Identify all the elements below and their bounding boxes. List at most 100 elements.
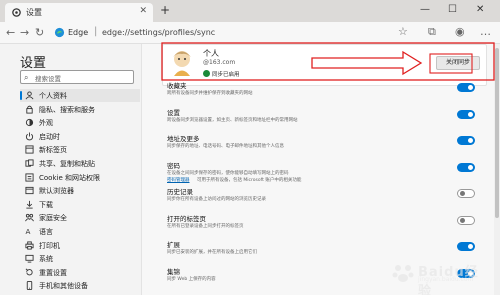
sync-row: 地址及更多 同步保存的地址、电话号码、电子邮件地址和其他个人信息	[167, 133, 477, 157]
navigation-bar: ← → ↻ Edge | edge://settings/profiles/sy…	[0, 22, 500, 44]
sync-status-text: 同步已启用	[212, 72, 240, 78]
tab-close-icon[interactable]: ✕	[139, 6, 147, 16]
toggle-knob	[468, 164, 473, 170]
maximize-button[interactable]: ☐	[448, 2, 457, 18]
active-indicator	[20, 91, 22, 100]
password-manager-link[interactable]: 密码管理器	[167, 177, 190, 183]
sidebar-item-person[interactable]: 个人资料	[20, 89, 140, 102]
sidebar-item-lock[interactable]: 隐私、搜索和服务	[20, 103, 140, 116]
tab-title: 设置	[26, 8, 42, 17]
sidebar-item-label: 系统	[39, 255, 53, 264]
address-bar[interactable]: Edge | edge://settings/profiles/sync	[52, 25, 392, 41]
sidebar-item-label: 打印机	[39, 241, 60, 250]
watermark-subtext: jingyan.baidu.com	[418, 276, 474, 283]
sync-item-description: 同步保存的地址、电话号码、电子邮件地址和其他个人信息	[167, 144, 284, 149]
sidebar-item-label: 重置设置	[39, 268, 67, 277]
toggle-knob	[460, 217, 465, 223]
sync-toggle[interactable]	[457, 189, 475, 198]
close-window-button[interactable]: ✕	[476, 2, 484, 18]
download-icon	[26, 200, 33, 209]
collections-icon[interactable]: ⧉	[428, 25, 436, 39]
sidebar-item-label: 新标签页	[39, 146, 67, 155]
search-icon: ⌕	[24, 73, 29, 82]
sync-row: 历史记录 同步你在所有设备上访问过的网站的浏览历史记录	[167, 186, 477, 210]
sidebar-item-language[interactable]: A 语言	[20, 225, 140, 238]
toggle-knob	[468, 85, 473, 90]
family-icon	[25, 214, 34, 222]
sidebar-item-system[interactable]: 系统	[20, 252, 140, 265]
back-button[interactable]: ←	[6, 26, 15, 39]
sidebar-item-site-permissions[interactable]: Cookie 和网站权限	[20, 171, 140, 184]
language-icon: A	[25, 227, 30, 236]
toggle-knob	[468, 244, 473, 249]
sync-item-description: 跨设备同步浏览器设置，如主页、新标签页和地址栏中的常用网站	[167, 117, 298, 123]
sync-toggle[interactable]	[457, 215, 475, 225]
browser-tab[interactable]: 设置 ✕	[5, 3, 153, 22]
sync-toggle[interactable]	[457, 162, 475, 172]
lock-icon	[26, 105, 33, 114]
sync-item-title: 集锦	[167, 267, 180, 276]
sidebar-item-label: 启动时	[39, 132, 60, 141]
url-text[interactable]: edge://settings/profiles/sync	[102, 28, 215, 37]
sync-row: 密码 在设备之间同步保存的密码，使你能够自动填写网站上的密码 密码管理器 可用于所有设…	[167, 160, 477, 184]
sidebar-item-phone[interactable]: 手机和其他设备	[20, 279, 140, 292]
refresh-button[interactable]: ↻	[35, 26, 44, 39]
url-separator: |	[94, 26, 98, 37]
sync-item-description: 同步已安装的扩展，并在所有设备上启用它们	[167, 250, 257, 255]
title-bar: 设置 ✕ + — ☐ ✕	[0, 0, 500, 22]
sidebar-item-power[interactable]: 启动时	[20, 130, 140, 143]
profile-icon[interactable]: ◉	[455, 25, 465, 39]
sidebar-item-label: 外观	[39, 119, 53, 128]
sync-item-description: 在设备之间同步保存的密码，使你能够自动填写网站上的密码	[167, 170, 289, 176]
sidebar-item-label: 共享、复制和粘贴	[39, 160, 95, 168]
power-icon	[25, 132, 34, 141]
sync-row: 收藏夹 跨所有设备同步并维护保存到收藏夹的网站	[167, 80, 477, 104]
sidebar-item-reset[interactable]: 重置设置	[20, 266, 140, 279]
sidebar-title: 设置	[20, 56, 47, 71]
sync-item-title: 历史记录	[167, 188, 193, 196]
sync-item-title: 收藏夹	[167, 82, 187, 90]
svg-text:A: A	[25, 227, 30, 236]
sidebar-item-appearance[interactable]: 外观	[20, 116, 140, 129]
settings-sidebar: 设置 ⌕ 搜索设置 个人资料隐私、搜索和服务 外观启动时新标签页共享、复制和粘贴 C…	[0, 44, 142, 295]
search-placeholder: 搜索设置	[35, 75, 61, 83]
sync-toggle[interactable]	[457, 242, 475, 251]
sidebar-item-share[interactable]: 共享、复制和粘贴	[20, 157, 140, 170]
system-icon	[25, 255, 34, 263]
more-menu-icon[interactable]: …	[480, 25, 491, 39]
sync-toggle[interactable]	[457, 83, 475, 92]
avatar	[168, 48, 196, 78]
sync-toggle[interactable]	[457, 109, 475, 119]
favorite-star-icon[interactable]: ☆	[398, 25, 408, 39]
main-scrollbar[interactable]	[494, 44, 500, 295]
sidebar-item-label: 手机和其他设备	[39, 282, 88, 291]
sidebar-item-printer[interactable]: 打印机	[20, 239, 140, 252]
sync-item-title: 扩展	[167, 241, 180, 249]
profile-email: @163.com	[203, 59, 236, 66]
sidebar-item-download[interactable]: 下载	[20, 198, 140, 211]
turn-off-sync-button[interactable]: 关闭同步	[436, 56, 480, 70]
sidebar-item-label: Cookie 和网站权限	[39, 173, 100, 182]
sidebar-item-label: 语言	[39, 228, 53, 236]
scrollbar-thumb[interactable]	[495, 48, 499, 218]
sync-item-title: 密码	[167, 161, 180, 170]
search-settings-input[interactable]: ⌕ 搜索设置	[20, 70, 134, 84]
toggle-knob	[468, 138, 473, 143]
sync-item-description: 同步你在所有设备上访问过的网站的浏览历史记录	[167, 197, 266, 202]
sync-item-description: 同步 Web 上保存的内容	[167, 276, 216, 282]
sidebar-item-browser[interactable]: 默认浏览器	[20, 184, 140, 197]
sync-toggle[interactable]	[457, 136, 475, 145]
reset-icon	[25, 268, 33, 276]
forward-button[interactable]: →	[20, 26, 29, 39]
sidebar-item-family[interactable]: 家庭安全	[20, 211, 140, 224]
minimize-button[interactable]: —	[420, 2, 430, 18]
sidebar-item-label: 个人资料	[39, 92, 67, 100]
profile-name: 个人	[203, 49, 219, 58]
new-tab-button[interactable]: +	[160, 4, 170, 16]
sync-row: 设置 跨设备同步浏览器设置，如主页、新标签页和地址栏中的常用网站	[167, 107, 477, 131]
sidebar-item-label: 隐私、搜索和服务	[39, 105, 95, 114]
sync-row: 打开的标签页 在所有已登录设备上同步打开的标签页	[167, 213, 477, 237]
sync-check-icon	[203, 70, 210, 77]
person-icon	[25, 91, 34, 100]
sidebar-item-new-tab[interactable]: 新标签页	[20, 143, 140, 156]
